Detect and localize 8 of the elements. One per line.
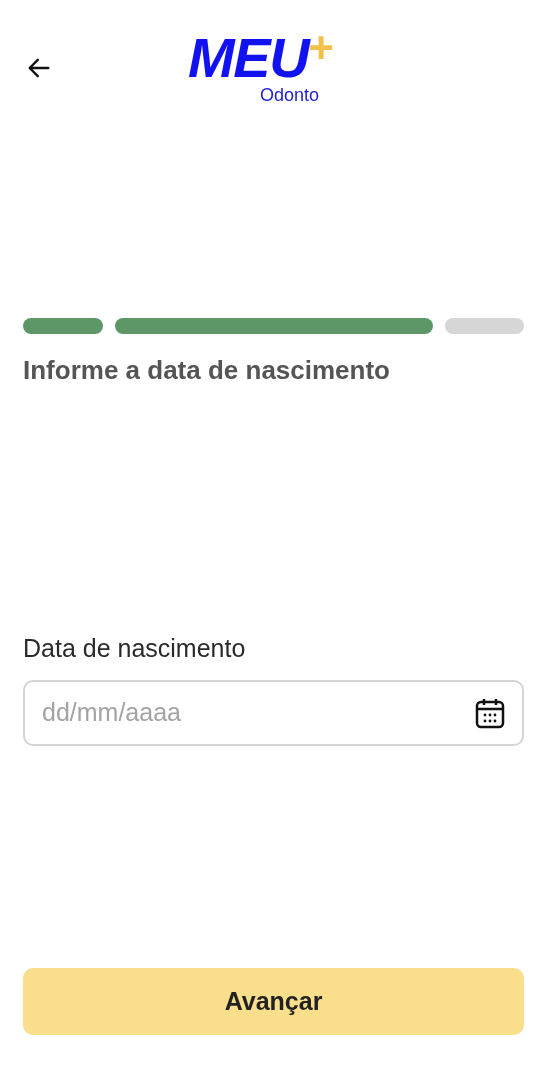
next-button[interactable]: Avançar [23,968,524,1035]
logo-subtitle: Odonto [260,86,320,104]
calendar-icon[interactable] [475,696,505,729]
field-label: Data de nascimento [23,633,247,664]
date-field[interactable]: dd/mm/aaaa [23,679,524,746]
logo-word: MEU [188,30,309,86]
step-heading: Informe a data de nascimento [23,354,391,387]
date-input[interactable]: dd/mm/aaaa [42,693,475,732]
